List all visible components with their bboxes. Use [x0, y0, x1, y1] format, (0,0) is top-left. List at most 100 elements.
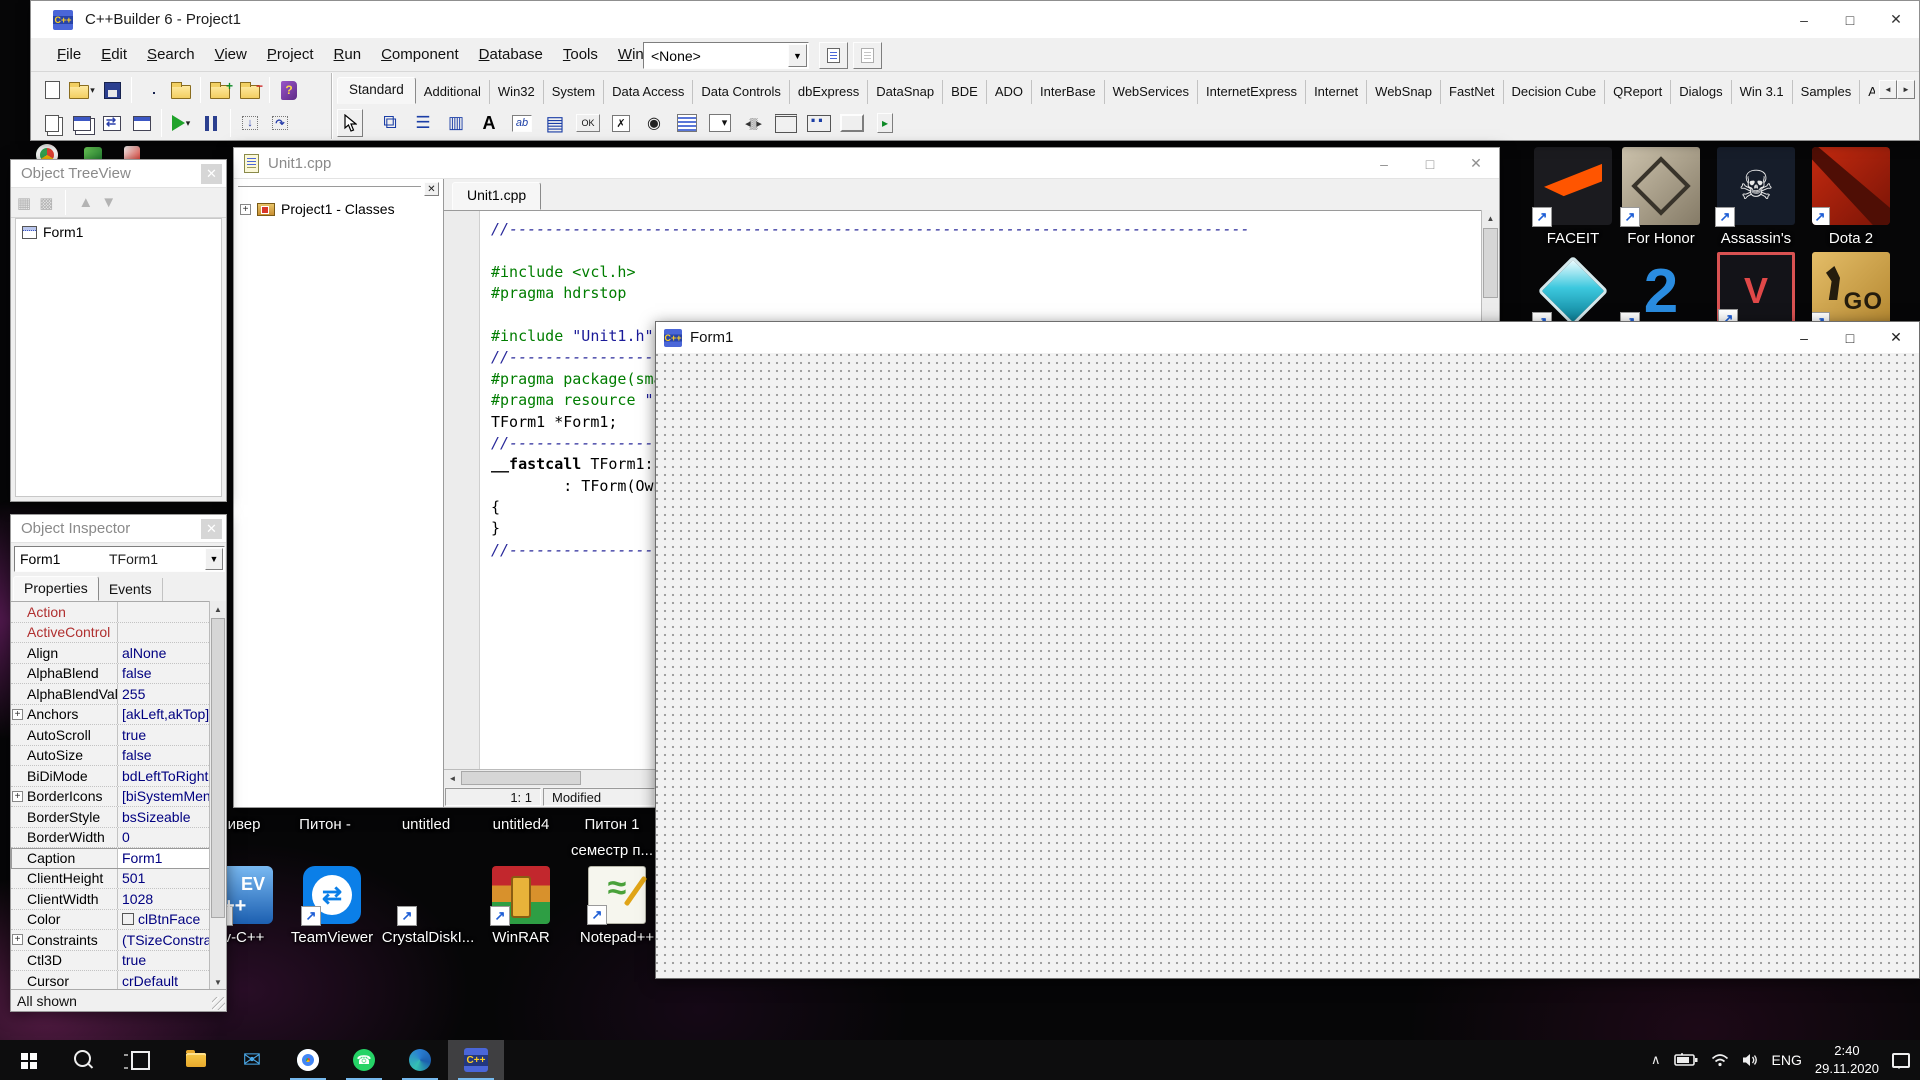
property-value[interactable]: true [118, 725, 211, 745]
close-button[interactable]: ✕ [1873, 322, 1919, 353]
property-row-activecontrol[interactable]: ActiveControl [11, 623, 211, 644]
component-frames-icon[interactable] [376, 110, 404, 137]
ide-title-bar[interactable]: C++Builder 6 - Project1 – □ ✕ [31, 1, 1919, 38]
palette-tab-dialogs[interactable]: Dialogs [1671, 80, 1731, 104]
scroll-left-icon[interactable]: ◄ [444, 770, 461, 787]
pane-close-icon[interactable]: ✕ [424, 182, 439, 196]
toolbar-trace-into-button[interactable] [235, 109, 265, 137]
toolbar-pause-button[interactable] [196, 109, 226, 137]
new-item-icon[interactable]: ▦ [17, 194, 31, 212]
palette-tab-fastnet[interactable]: FastNet [1441, 80, 1504, 104]
inspector-title-bar[interactable]: Object Inspector [11, 515, 226, 543]
property-value[interactable]: Form1 [118, 848, 211, 868]
toolbar-new-form-button[interactable] [127, 109, 157, 137]
component-label-icon[interactable] [475, 110, 503, 137]
expand-plus-icon[interactable]: + [12, 934, 23, 945]
palette-tab-dbexpress[interactable]: dbExpress [790, 80, 868, 104]
desktop-icon-for-honor[interactable]: For Honor [1622, 147, 1700, 225]
desktop-icon-notepadpp[interactable]: Notepad++ [585, 866, 649, 924]
combo-dropdown-icon[interactable]: ▼ [788, 44, 807, 67]
property-row-autoscroll[interactable]: AutoScrolltrue [11, 725, 211, 746]
taskbar-task-view-icon[interactable] [112, 1040, 168, 1080]
property-row-bordericons[interactable]: +BorderIcons[biSystemMenu] [11, 787, 211, 808]
component-groupbox-icon[interactable] [772, 110, 800, 137]
minimize-button[interactable]: – [1781, 1, 1827, 38]
toolbar-run-button[interactable]: ▾ [166, 109, 196, 137]
move-down-icon[interactable]: ▼ [101, 194, 116, 211]
menu-database[interactable]: Database [469, 42, 553, 67]
property-value[interactable]: false [118, 664, 211, 684]
minimize-button[interactable]: – [1781, 322, 1827, 353]
inspector-scrollbar[interactable]: ▲ ▼ [209, 601, 226, 991]
maximize-button[interactable]: □ [1827, 1, 1873, 38]
property-row-constraints[interactable]: +Constraints(TSizeConstraints) [11, 930, 211, 951]
none-combo-value[interactable]: <None> [643, 42, 809, 69]
toolbar-toggle-form-unit-button[interactable] [97, 109, 127, 137]
property-row-ctl3d[interactable]: Ctl3Dtrue [11, 951, 211, 972]
component-radiogroup-icon[interactable] [805, 110, 833, 137]
taskbar-explorer-icon[interactable] [168, 1040, 224, 1080]
desktop-save-button[interactable] [819, 42, 848, 69]
form-title-bar[interactable]: Form1 – □ ✕ [656, 322, 1919, 353]
palette-tab-internetexpress[interactable]: InternetExpress [1198, 80, 1306, 104]
palette-tab-win-3-1[interactable]: Win 3.1 [1732, 80, 1793, 104]
property-value[interactable]: true [118, 951, 211, 971]
delete-item-icon[interactable]: ▩ [39, 194, 53, 212]
toolbar-remove-file-from-project-button[interactable]: − [235, 76, 265, 104]
component-main-menu-icon[interactable] [409, 110, 437, 137]
menu-tools[interactable]: Tools [553, 42, 608, 67]
expand-plus-icon[interactable]: + [12, 709, 23, 720]
desktop-icon-csgo[interactable] [1812, 252, 1890, 330]
toolbar-help-button[interactable] [274, 76, 304, 104]
tab-properties[interactable]: Properties [13, 576, 99, 601]
property-value[interactable]: [akLeft,akTop] [118, 705, 211, 725]
palette-tab-bde[interactable]: BDE [943, 80, 987, 104]
object-selector-combo[interactable]: Form1 TForm1 ▼ [14, 546, 223, 572]
close-icon[interactable]: ✕ [201, 519, 222, 539]
property-row-caption[interactable]: CaptionForm1 [11, 848, 211, 869]
maximize-button[interactable]: □ [1407, 148, 1453, 179]
palette-tab-ado[interactable]: ADO [987, 80, 1032, 104]
dropdown-caret-icon[interactable]: ▾ [186, 118, 191, 129]
close-button[interactable]: ✕ [1453, 148, 1499, 179]
property-row-align[interactable]: AlignalNone [11, 643, 211, 664]
none-combo[interactable]: <None> ▼ [643, 42, 807, 69]
property-row-alphablendvalue[interactable]: AlphaBlendValue255 [11, 684, 211, 705]
component-edit-icon[interactable] [508, 110, 536, 137]
taskbar-whatsapp-icon[interactable] [336, 1040, 392, 1080]
selected-object[interactable]: Form1 TForm1 [14, 546, 225, 572]
property-row-autosize[interactable]: AutoSizefalse [11, 746, 211, 767]
taskbar-search-icon[interactable] [56, 1040, 112, 1080]
property-row-clientheight[interactable]: ClientHeight501 [11, 869, 211, 890]
pane-grip[interactable] [238, 185, 421, 187]
scroll-thumb[interactable] [1483, 228, 1498, 298]
component-radio-button-icon[interactable] [640, 110, 668, 137]
class-tree-root[interactable]: + Project1 - Classes [240, 201, 395, 217]
scroll-up-icon[interactable]: ▲ [210, 601, 226, 618]
property-value[interactable]: clBtnFace [118, 910, 211, 930]
scroll-thumb[interactable] [211, 618, 225, 918]
palette-tab-datasnap[interactable]: DataSnap [868, 80, 943, 104]
palette-tab-samples[interactable]: Samples [1793, 80, 1861, 104]
toolbar-view-unit-button[interactable] [37, 109, 67, 137]
palette-tab-win32[interactable]: Win32 [490, 80, 544, 104]
scroll-up-icon[interactable]: ▲ [1482, 210, 1499, 227]
toolbar-new-button[interactable] [37, 76, 67, 104]
move-up-icon[interactable]: ▲ [78, 194, 93, 211]
palette-tab-internet[interactable]: Internet [1306, 80, 1367, 104]
property-row-alphablend[interactable]: AlphaBlendfalse [11, 664, 211, 685]
minimize-button[interactable]: – [1361, 148, 1407, 179]
palette-tab-system[interactable]: System [544, 80, 604, 104]
tree-item-form1[interactable]: Form1 [16, 219, 221, 245]
taskbar-cppbuilder-icon[interactable] [448, 1040, 504, 1080]
desktop-icon-crystal-game[interactable] [1534, 252, 1612, 330]
form-design-surface[interactable] [656, 353, 1919, 978]
tab-events[interactable]: Events [99, 578, 163, 601]
toolbar-add-file-to-project-button[interactable]: + [205, 76, 235, 104]
property-row-anchors[interactable]: +Anchors[akLeft,akTop] [11, 705, 211, 726]
taskbar-start-icon[interactable] [0, 1040, 56, 1080]
toolbar-step-over-button[interactable] [265, 109, 295, 137]
maximize-button[interactable]: □ [1827, 322, 1873, 353]
toolbar-save-all-button[interactable] [136, 76, 166, 104]
wifi-icon[interactable] [1711, 1053, 1729, 1067]
